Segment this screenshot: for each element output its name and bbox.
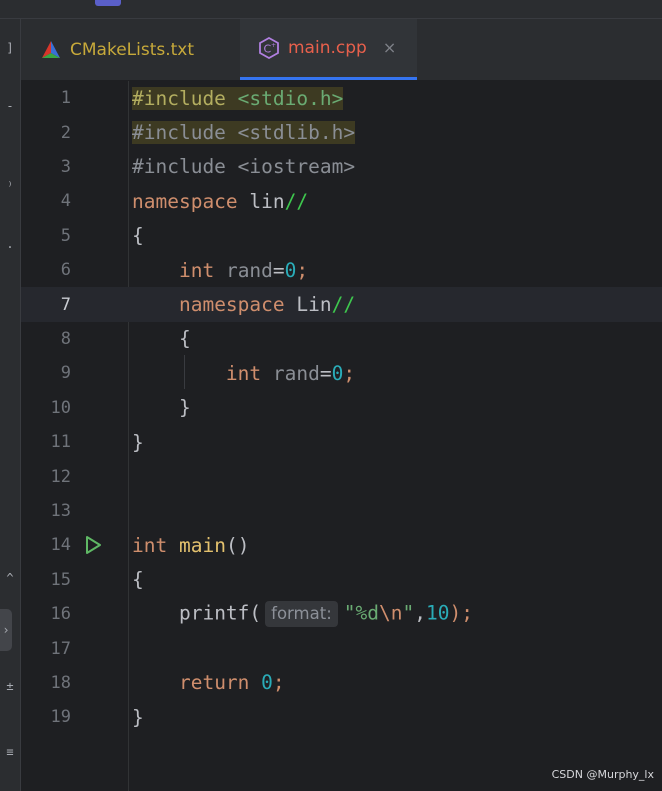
tab-label: main.cpp (288, 38, 367, 58)
code-line[interactable]: 4 namespace lin// (21, 184, 662, 218)
code-text: int main() (132, 533, 250, 557)
code-text: { (132, 568, 144, 592)
tool-window-more-icon[interactable]: . (0, 237, 20, 251)
line-number: 11 (50, 432, 71, 453)
code-text: { (178, 327, 191, 351)
code-text: } (132, 705, 144, 729)
line-number: 5 (60, 225, 71, 246)
tool-window-terminal-icon[interactable]: ≡ (0, 745, 20, 759)
tool-window-bookmarks-icon[interactable]: ⁾ (0, 179, 20, 193)
code-line[interactable]: 18 return 0; (21, 666, 662, 700)
line-number: 9 (60, 363, 71, 384)
tool-window-run-icon[interactable]: › (0, 609, 12, 651)
tool-window-build-icon[interactable]: ^ (0, 571, 20, 585)
line-number: 19 (50, 707, 71, 728)
cmake-triangle-icon (42, 40, 60, 58)
code-line[interactable]: 17 (21, 631, 662, 665)
line-number: 15 (50, 569, 71, 590)
line-number: 2 (60, 122, 71, 143)
tab-label: CMakeLists.txt (70, 39, 195, 60)
code-text: } (178, 396, 191, 420)
code-text: int rand=0; (225, 361, 356, 385)
code-line[interactable]: 5 { (21, 219, 662, 253)
code-line[interactable]: 15 { (21, 563, 662, 597)
code-line-current[interactable]: 7 namespace Lin// (21, 287, 662, 322)
code-line[interactable]: 6 int rand=0; (21, 253, 662, 287)
code-text: namespace lin// (132, 189, 309, 213)
indent-guide-inner (184, 355, 185, 389)
editor-tab-bar: CMakeLists.txt C + main.cpp × (21, 19, 662, 81)
line-number: 1 (60, 88, 71, 109)
code-line[interactable]: 13 (21, 494, 662, 528)
parameter-hint: format: (265, 601, 338, 628)
line-number: 8 (60, 328, 71, 349)
close-icon[interactable]: × (383, 40, 396, 56)
code-line[interactable]: 12 (21, 459, 662, 493)
code-line[interactable]: 9 int rand=0; (21, 356, 662, 390)
ide-window: ] - ⁾ . ^ › ± ≡ CMakeLists.txt C + main.… (0, 0, 662, 791)
watermark: CSDN @Murphy_lx (551, 768, 654, 781)
line-number: 3 (60, 156, 71, 177)
code-line[interactable]: 14 int main() (21, 528, 662, 562)
line-number: 13 (50, 500, 71, 521)
code-editor[interactable]: 1 #include <stdio.h> 2 #include <stdlib.… (21, 81, 662, 791)
code-text: printf(format: "%d\n",10); (132, 601, 473, 628)
code-line[interactable]: 3 #include <iostream> (21, 150, 662, 184)
tab-cmakelists[interactable]: CMakeLists.txt (21, 19, 240, 80)
code-line[interactable]: 8 { (21, 322, 662, 356)
line-number: 16 (50, 604, 71, 625)
code-line[interactable]: 16 printf(format: "%d\n",10); (21, 597, 662, 631)
line-number: 7 (60, 294, 71, 315)
code-text: namespace Lin// (178, 293, 356, 317)
line-number: 6 (60, 260, 71, 281)
run-gutter-icon[interactable] (83, 535, 103, 555)
code-line[interactable]: 2 #include <stdlib.h> (21, 115, 662, 149)
line-number: 4 (60, 191, 71, 212)
line-number: 12 (50, 466, 71, 487)
project-badge[interactable] (95, 0, 121, 6)
code-text: #include <iostream> (132, 155, 356, 179)
code-line[interactable]: 11 } (21, 425, 662, 459)
line-number: 17 (50, 638, 71, 659)
title-bar (0, 0, 662, 19)
code-line[interactable]: 1 #include <stdio.h> (21, 81, 662, 115)
code-text: int rand=0; (178, 258, 309, 282)
code-text: { (132, 224, 144, 248)
tab-main-cpp[interactable]: C + main.cpp × (240, 19, 417, 80)
code-text: return 0; (178, 671, 285, 695)
line-number: 14 (50, 535, 71, 556)
code-text: #include <stdlib.h> (132, 121, 356, 145)
line-number: 18 (50, 672, 71, 693)
code-line[interactable]: 19 } (21, 700, 662, 734)
code-text: } (132, 430, 144, 454)
cpp-file-icon: C + (259, 37, 279, 59)
code-text: #include <stdio.h> (132, 86, 344, 110)
code-line[interactable]: 10 } (21, 391, 662, 425)
tool-window-problems-icon[interactable]: ± (0, 679, 20, 693)
tool-window-structure-icon[interactable]: - (0, 99, 20, 113)
tool-window-project-icon[interactable]: ] (0, 41, 20, 55)
svg-text:+: + (271, 42, 276, 49)
left-tool-strip: ] - ⁾ . ^ › ± ≡ (0, 19, 21, 791)
line-number: 10 (50, 397, 71, 418)
